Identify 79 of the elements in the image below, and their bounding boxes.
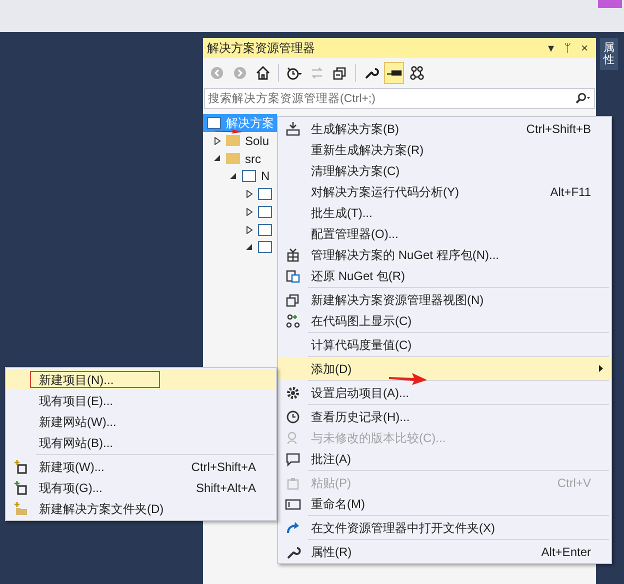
menu-item[interactable]: 管理解决方案的 NuGet 程序包(N)...: [278, 244, 611, 265]
menu-item[interactable]: 重新生成解决方案(R): [278, 139, 611, 160]
menu-item[interactable]: 在文件资源管理器中打开文件夹(X): [278, 517, 611, 538]
search-icon: [573, 92, 591, 104]
menu-item[interactable]: 配置管理器(O)...: [278, 223, 611, 244]
project-icon: [207, 116, 221, 129]
new-folder-icon: [13, 500, 29, 516]
diagram-icon: [409, 65, 425, 81]
expanded-triangle-icon[interactable]: [230, 172, 237, 180]
menu-item[interactable]: 设置启动项目(A)...: [278, 382, 611, 403]
menu-item[interactable]: 计算代码度量值(C): [278, 334, 611, 355]
gear-icon: [285, 384, 301, 400]
menu-item[interactable]: 批生成(T)...: [278, 202, 611, 223]
tree-label: Solu: [245, 132, 270, 150]
pin-button[interactable]: ᛘ: [564, 42, 571, 54]
menu-item[interactable]: 新建解决方案资源管理器视图(N): [278, 289, 611, 310]
new-item-icon: [13, 458, 29, 474]
menu-item[interactable]: 添加(D): [278, 358, 611, 379]
menu-item[interactable]: 现有网站(B)...: [6, 432, 276, 453]
project-icon: [242, 170, 256, 182]
window-accent: [598, 0, 622, 8]
new-view-icon: [285, 292, 301, 308]
forward-icon: [232, 65, 248, 81]
collapsed-triangle-icon[interactable]: [246, 190, 253, 198]
home-icon: [255, 65, 271, 81]
back-icon: [209, 65, 225, 81]
menu-item[interactable]: 还原 NuGet 包(R): [278, 265, 611, 286]
package-icon: [285, 246, 301, 262]
close-button[interactable]: ×: [580, 42, 588, 54]
folder-icon: [226, 152, 240, 164]
comment-icon: [285, 450, 301, 466]
sync-icon: [309, 65, 325, 81]
menu-item[interactable]: 批注(A): [278, 448, 611, 469]
menu-item[interactable]: 新建项目(N)...: [6, 369, 276, 390]
annotation-arrow: [388, 372, 428, 386]
menu-item[interactable]: 对解决方案运行代码分析(Y) Alt+F11: [278, 181, 611, 202]
menu-item[interactable]: 现有项(G)... Shift+Alt+A: [6, 477, 276, 498]
tree-label: 解决方案: [226, 114, 274, 132]
search-field[interactable]: 搜索解决方案资源管理器(Ctrl+;): [204, 88, 595, 109]
pin-button[interactable]: [384, 62, 404, 84]
expanded-triangle-icon[interactable]: [246, 243, 253, 252]
side-tab[interactable]: 属性: [600, 38, 618, 70]
menu-item[interactable]: 新建解决方案文件夹(D): [6, 498, 276, 519]
menu-item[interactable]: 现有项目(E)...: [6, 390, 276, 411]
submenu-arrow-icon: [599, 365, 603, 372]
redo-arrow-icon: [285, 520, 301, 536]
menu-item[interactable]: 属性(R) Alt+Enter: [278, 541, 611, 562]
menu-item[interactable]: 新建项(W)... Ctrl+Shift+A: [6, 456, 276, 477]
menu-item[interactable]: 在代码图上显示(C): [278, 310, 611, 331]
collapsed-triangle-icon[interactable]: [214, 136, 221, 145]
history-icon: [285, 408, 301, 424]
annotation-arrow: [214, 129, 244, 134]
collapse-icon: [332, 65, 348, 81]
menu-item[interactable]: 查看历史记录(H)...: [278, 406, 611, 427]
menu-item[interactable]: 重命名(M): [278, 493, 611, 514]
collapsed-triangle-icon[interactable]: [246, 226, 253, 234]
project-icon: [258, 241, 272, 254]
panel-title: 解决方案资源管理器: [207, 40, 316, 57]
diagram-icon: [285, 312, 301, 328]
project-icon: [258, 188, 272, 200]
menu-item[interactable]: 生成解决方案(B) Ctrl+Shift+B: [278, 118, 611, 139]
tree-label: src: [245, 150, 261, 168]
clock-icon: [286, 65, 302, 81]
existing-item-icon: [13, 480, 29, 496]
project-icon: [258, 224, 272, 236]
build-icon: [285, 120, 301, 136]
dropdown-button[interactable]: ▾: [548, 42, 554, 54]
expanded-triangle-icon[interactable]: [214, 154, 221, 162]
tree-item[interactable]: Solu: [203, 132, 277, 150]
menu-item[interactable]: 清理解决方案(C): [278, 160, 611, 181]
folder-icon: [226, 135, 240, 146]
wrench-icon: [363, 65, 379, 81]
tree-item[interactable]: src: [203, 150, 277, 168]
tree-item[interactable]: N: [203, 167, 277, 186]
collapsed-triangle-icon[interactable]: [246, 208, 253, 216]
project-icon: [258, 206, 272, 218]
restore-package-icon: [285, 268, 301, 284]
menu-item[interactable]: 新建网站(W)...: [6, 411, 276, 432]
tree-label: N: [261, 168, 270, 186]
